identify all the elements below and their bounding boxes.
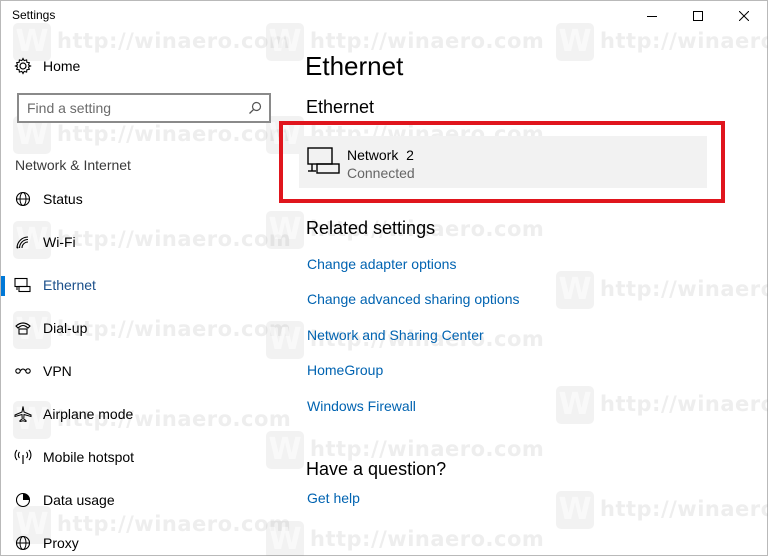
main-content: Ethernet Ethernet Network 2 Connected Re… [277,31,767,556]
sidebar-item-mobile-hotspot[interactable]: Mobile hotspot [1,439,277,475]
gear-icon [14,57,32,75]
globe-icon [15,191,31,207]
sidebar-item-wifi[interactable]: Wi-Fi [1,224,277,260]
vpn-icon [15,368,31,374]
change-adapter-options-link[interactable]: Change adapter options [307,256,456,272]
title-bar: Settings [1,1,767,31]
close-button[interactable] [721,1,767,31]
highlight-annotation-box [279,121,725,203]
search-icon [249,101,262,114]
section-title: Network & Internet [15,157,131,173]
home-nav-item[interactable]: Home [1,51,277,81]
hotspot-icon [14,449,32,464]
active-indicator [1,276,5,296]
sidebar-item-dialup[interactable]: Dial-up [1,310,277,346]
sidebar-item-label: Dial-up [43,320,88,336]
network-and-sharing-center-link[interactable]: Network and Sharing Center [307,327,484,343]
dialup-icon [15,322,31,335]
window-title: Settings [12,8,56,22]
sidebar-item-label: Wi-Fi [43,234,76,250]
maximize-icon [693,11,703,21]
data-usage-icon [15,492,31,508]
sidebar-item-airplane-mode[interactable]: Airplane mode [1,396,277,432]
sidebar-item-label: Data usage [43,492,115,508]
sidebar-item-label: Airplane mode [43,406,134,422]
sidebar-item-ethernet[interactable]: Ethernet [1,267,277,303]
sidebar-item-proxy[interactable]: Proxy [1,525,277,556]
sidebar-item-label: Ethernet [43,277,96,293]
sidebar-item-label: Status [43,191,83,207]
minimize-icon [647,16,657,17]
sidebar-item-data-usage[interactable]: Data usage [1,482,277,518]
minimize-button[interactable] [629,1,675,31]
globe-icon [15,535,31,551]
ethernet-icon [14,277,31,293]
homegroup-link[interactable]: HomeGroup [307,362,383,378]
close-icon [739,11,749,21]
airplane-icon [14,406,32,422]
get-help-link[interactable]: Get help [307,490,360,506]
search-input[interactable]: Find a setting [17,93,271,123]
related-settings-title: Related settings [306,218,436,238]
maximize-button[interactable] [675,1,721,31]
sidebar-item-status[interactable]: Status [1,181,277,217]
sidebar-item-label: VPN [43,363,72,379]
home-label: Home [43,58,81,74]
ethernet-section-title: Ethernet [306,97,375,117]
sidebar-item-label: Proxy [43,535,79,551]
sidebar: Home Find a setting Network & Internet S… [1,31,277,556]
sidebar-item-vpn[interactable]: VPN [1,353,277,389]
windows-firewall-link[interactable]: Windows Firewall [307,398,416,414]
change-advanced-sharing-options-link[interactable]: Change advanced sharing options [307,291,520,307]
have-a-question-title: Have a question? [306,459,447,479]
wifi-icon [16,236,29,249]
page-title: Ethernet [305,51,404,81]
sidebar-item-label: Mobile hotspot [43,449,135,465]
search-placeholder: Find a setting [27,100,112,116]
